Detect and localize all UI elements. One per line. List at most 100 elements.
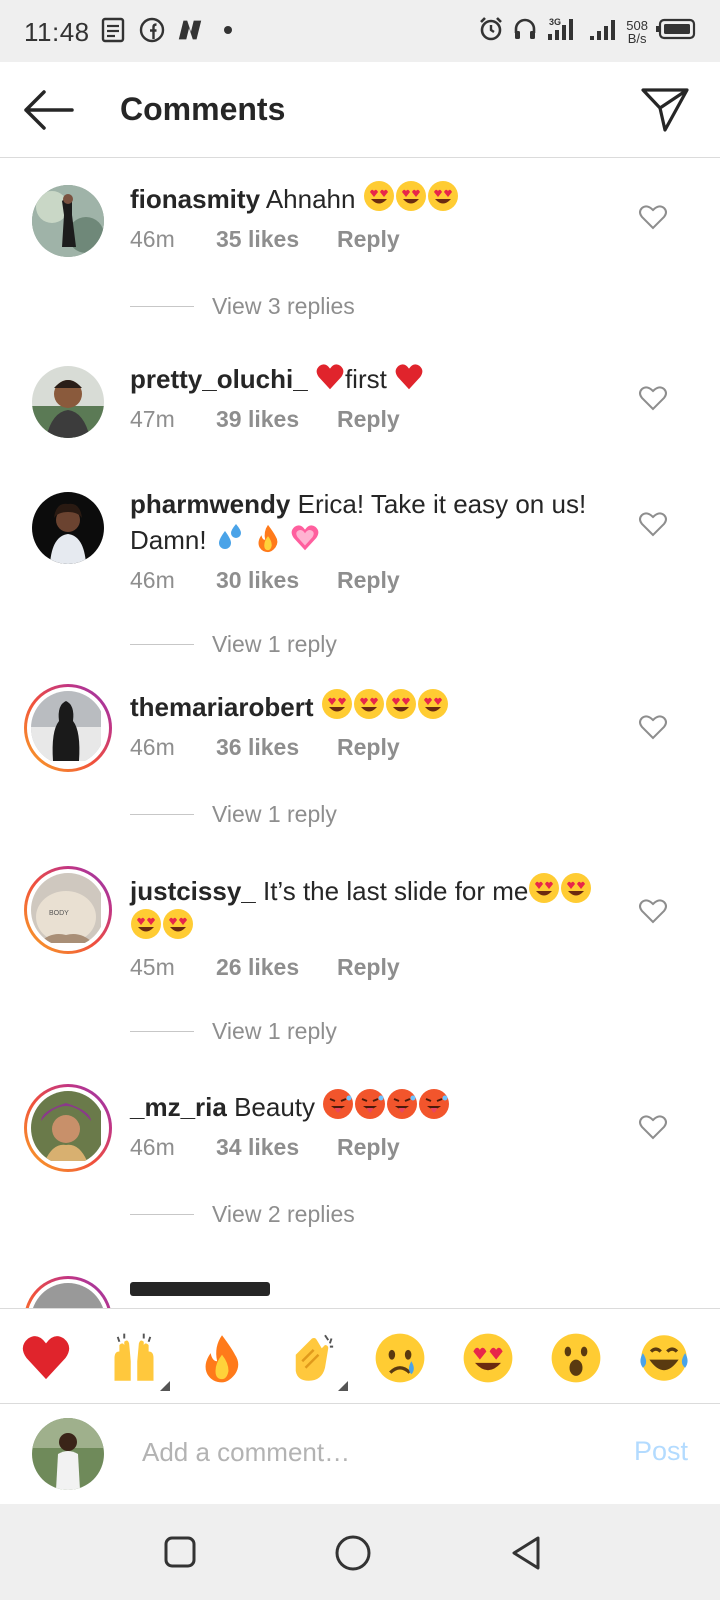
comment-username[interactable]: pretty_oluchi_ (130, 364, 308, 394)
comment-time: 46m (130, 734, 175, 760)
comment-likes[interactable]: 30 likes (216, 567, 337, 594)
comment-input[interactable] (142, 1432, 602, 1472)
alarm-icon (478, 16, 504, 47)
clapping-hands-icon (286, 1332, 338, 1384)
comment-time: 45m (130, 954, 175, 980)
emoji-crying-face-button[interactable] (372, 1331, 428, 1385)
heart-outline-icon (639, 205, 667, 230)
view-replies-label: View 1 reply (212, 1018, 337, 1044)
like-button[interactable] (638, 384, 668, 412)
view-replies-button[interactable]: View 1 reply (130, 801, 337, 828)
svg-text:3G: 3G (549, 17, 561, 27)
comment-likes[interactable]: 36 likes (216, 734, 337, 761)
story-ring[interactable] (24, 1084, 112, 1172)
heart-eyes-icon (321, 688, 353, 720)
headphones-icon (512, 16, 538, 47)
status-time: 11:48 (24, 17, 90, 47)
heart-eyes-icon (528, 872, 560, 904)
comment-likes[interactable]: 39 likes (216, 406, 337, 433)
red-heart-icon (315, 362, 345, 392)
heart-eyes-icon (385, 688, 417, 720)
like-button[interactable] (638, 713, 668, 741)
post-button[interactable]: Post (634, 1436, 688, 1467)
recents-button[interactable] (162, 1534, 202, 1574)
heart-eyes-icon (560, 872, 592, 904)
status-bar: 11:48 3G 508 B/s (0, 0, 720, 62)
heart-eyes-icon (162, 908, 194, 940)
view-replies-button[interactable]: View 2 replies (130, 1201, 355, 1228)
story-ring[interactable] (24, 1276, 112, 1308)
red-heart-icon (19, 1332, 73, 1384)
tears-of-joy-icon (637, 1332, 691, 1384)
like-button[interactable] (638, 203, 668, 231)
share-button[interactable] (640, 86, 690, 134)
view-replies-label: View 1 reply (212, 631, 337, 657)
view-replies-button[interactable]: View 1 reply (130, 631, 337, 658)
replies-divider (130, 1214, 194, 1215)
view-replies-button[interactable]: View 1 reply (130, 1018, 337, 1045)
comment-username[interactable]: themariarobert (130, 692, 314, 722)
reply-button[interactable]: Reply (337, 1134, 400, 1161)
heart-eyes-icon (462, 1332, 514, 1384)
pink-heart-icon (290, 523, 320, 553)
comment-username-partial (130, 1282, 270, 1296)
like-button[interactable] (638, 1113, 668, 1141)
replies-divider (130, 644, 194, 645)
view-replies-label: View 1 reply (212, 801, 337, 827)
comment-message: It’s the last slide for me (262, 876, 529, 906)
view-replies-label: View 2 replies (212, 1201, 355, 1227)
replies-divider (130, 814, 194, 815)
comment-username[interactable]: pharmwendy (130, 489, 290, 519)
avatar: BODY (31, 873, 105, 947)
avatar[interactable] (32, 492, 104, 564)
heart-outline-icon (639, 1115, 667, 1140)
reply-button[interactable]: Reply (337, 954, 400, 981)
emoji-raising-hands-button[interactable] (106, 1331, 170, 1391)
heart-eyes-icon (363, 180, 395, 212)
reply-button[interactable]: Reply (337, 226, 400, 253)
hot-face-icon (322, 1088, 354, 1120)
emoji-tears-of-joy-button[interactable] (636, 1331, 692, 1385)
comment-text: _mz_ria Beauty (130, 1088, 620, 1124)
skin-tone-indicator (338, 1381, 348, 1391)
reply-button[interactable]: Reply (337, 734, 400, 761)
back-triangle-icon (512, 1536, 540, 1570)
emoji-fire-button[interactable] (194, 1331, 250, 1385)
avatar[interactable] (32, 366, 104, 438)
avatar[interactable] (32, 185, 104, 257)
reply-button[interactable]: Reply (337, 406, 400, 433)
story-ring[interactable]: BODY (24, 866, 112, 954)
heart-eyes-icon (353, 688, 385, 720)
red-heart-icon (394, 362, 424, 392)
story-ring[interactable] (24, 684, 112, 772)
comment-likes[interactable]: 26 likes (216, 954, 337, 981)
home-button[interactable] (334, 1534, 374, 1574)
hot-face-icon (386, 1088, 418, 1120)
emoji-astonished-button[interactable] (548, 1331, 604, 1385)
network-speed: 508 B/s (626, 17, 648, 46)
comment-username[interactable]: fionasmity (130, 184, 260, 214)
quick-emoji-bar (0, 1308, 720, 1404)
comments-list[interactable]: fionasmity Ahnahn 46m 35 likes Reply Vie… (0, 158, 720, 1308)
system-back-button[interactable] (508, 1534, 548, 1574)
dot-icon (214, 16, 242, 44)
comment-time: 47m (130, 406, 175, 432)
like-button[interactable] (638, 897, 668, 925)
reply-button[interactable]: Reply (337, 567, 400, 594)
comment-text: pharmwendy Erica! Take it easy on us! Da… (130, 488, 620, 557)
comment-likes[interactable]: 34 likes (216, 1134, 337, 1161)
comment-time: 46m (130, 1134, 175, 1160)
heart-eyes-icon (395, 180, 427, 212)
emoji-heart-eyes-button[interactable] (460, 1331, 516, 1385)
astonished-face-icon (550, 1332, 602, 1384)
emoji-clapping-hands-button[interactable] (284, 1331, 348, 1391)
back-button[interactable] (22, 88, 74, 132)
comment-username[interactable]: _mz_ria (130, 1092, 227, 1122)
replies-divider (130, 306, 194, 307)
like-button[interactable] (638, 510, 668, 538)
comment-likes[interactable]: 35 likes (216, 226, 337, 253)
comment-username[interactable]: justcissy_ (130, 876, 256, 906)
view-replies-button[interactable]: View 3 replies (130, 293, 355, 320)
skin-tone-indicator (160, 1381, 170, 1391)
emoji-red-heart-button[interactable] (18, 1331, 74, 1385)
